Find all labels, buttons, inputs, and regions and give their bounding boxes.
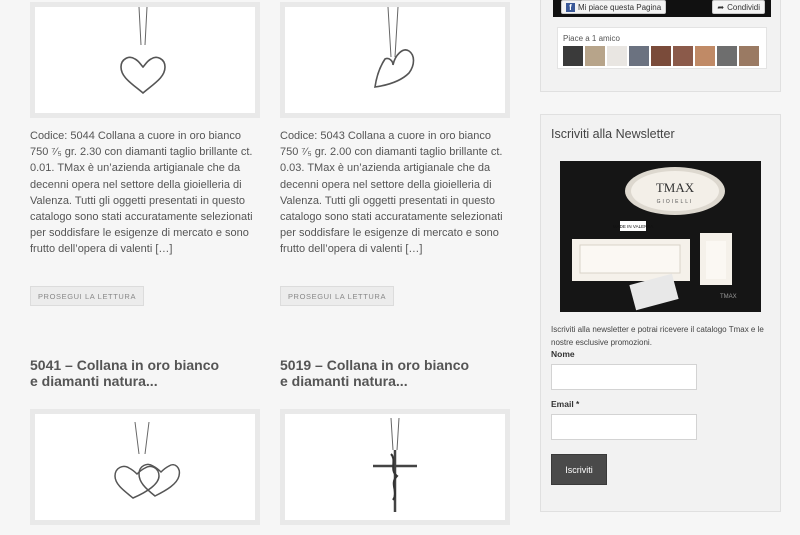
name-label: Nome [551, 349, 575, 359]
friend-avatar[interactable] [651, 46, 671, 66]
friend-avatar[interactable] [695, 46, 715, 66]
post-image-5043[interactable] [280, 2, 510, 118]
post-image-5044[interactable] [30, 2, 260, 118]
facebook-like-button[interactable]: f Mi piace questa Pagina [561, 0, 667, 14]
read-more-button[interactable]: PROSEGUI LA LETTURA [30, 286, 144, 306]
jewelry-box-image: TMAX GIOIELLI MADE IN VALENZA TMAX [572, 167, 737, 311]
facebook-like-label: Mi piace questa Pagina [578, 2, 662, 12]
friend-avatar[interactable] [739, 46, 759, 66]
post-title-line[interactable]: e diamanti natura... [280, 373, 510, 389]
facebook-friends-box: Piace a 1 amico [557, 27, 767, 69]
brand-mark-text: TMAX [720, 294, 737, 300]
newsletter-image: TMAX GIOIELLI MADE IN VALENZA TMAX [560, 161, 761, 312]
name-field[interactable] [551, 364, 697, 390]
friends-caption: Piace a 1 amico [563, 34, 620, 43]
made-in-badge-text: MADE IN VALENZA [613, 224, 653, 229]
friend-avatar[interactable] [607, 46, 627, 66]
subscribe-button[interactable]: Iscriviti [551, 454, 607, 485]
post-image-5019[interactable] [280, 409, 510, 525]
post-excerpt: Codice: 5043 Collana a cuore in oro bian… [280, 130, 503, 256]
share-icon: ➦ [717, 2, 725, 12]
email-label: Email * [551, 399, 580, 409]
double-heart-necklace-icon [114, 421, 181, 499]
post-title-line[interactable]: e diamanti natura... [30, 373, 260, 389]
friend-avatar[interactable] [585, 46, 605, 66]
email-field[interactable] [551, 414, 697, 440]
post-excerpt: Codice: 5044 Collana a cuore in oro bian… [30, 130, 253, 256]
post-title-line[interactable]: 5019 – Collana in oro bianco [280, 357, 510, 373]
facebook-share-button[interactable]: ➦ Condividi [712, 0, 765, 14]
facebook-widget: f Mi piace questa Pagina ➦ Condividi Pia… [540, 0, 781, 92]
facebook-icon: f [566, 2, 575, 12]
cross-pendant-icon [373, 417, 417, 512]
widget-title: Iscriviti alla Newsletter [551, 127, 675, 141]
post-image-5041[interactable] [30, 409, 260, 525]
tilted-heart-necklace-icon [374, 7, 415, 88]
friend-avatar[interactable] [717, 46, 737, 66]
post-title-line[interactable]: 5041 – Collana in oro bianco [30, 357, 260, 373]
brand-logo-text: TMAX [656, 180, 695, 195]
brand-sub-text: GIOIELLI [657, 199, 694, 205]
newsletter-widget: Iscriviti alla Newsletter TMAX GIOIELLI … [540, 114, 781, 512]
newsletter-description: Iscriviti alla newsletter e potrai ricev… [551, 325, 764, 347]
read-more-button[interactable]: PROSEGUI LA LETTURA [280, 286, 394, 306]
facebook-page-banner: f Mi piace questa Pagina ➦ Condividi [553, 0, 771, 17]
friend-avatar[interactable] [563, 46, 583, 66]
facebook-share-label: Condividi [727, 2, 760, 12]
friends-avatars [563, 46, 759, 66]
friend-avatar[interactable] [673, 46, 693, 66]
heart-necklace-icon [120, 7, 166, 95]
post-title-5041[interactable]: 5041 – Collana in oro bianco e diamanti … [30, 357, 260, 389]
friend-avatar[interactable] [629, 46, 649, 66]
post-title-5019[interactable]: 5019 – Collana in oro bianco e diamanti … [280, 357, 510, 389]
